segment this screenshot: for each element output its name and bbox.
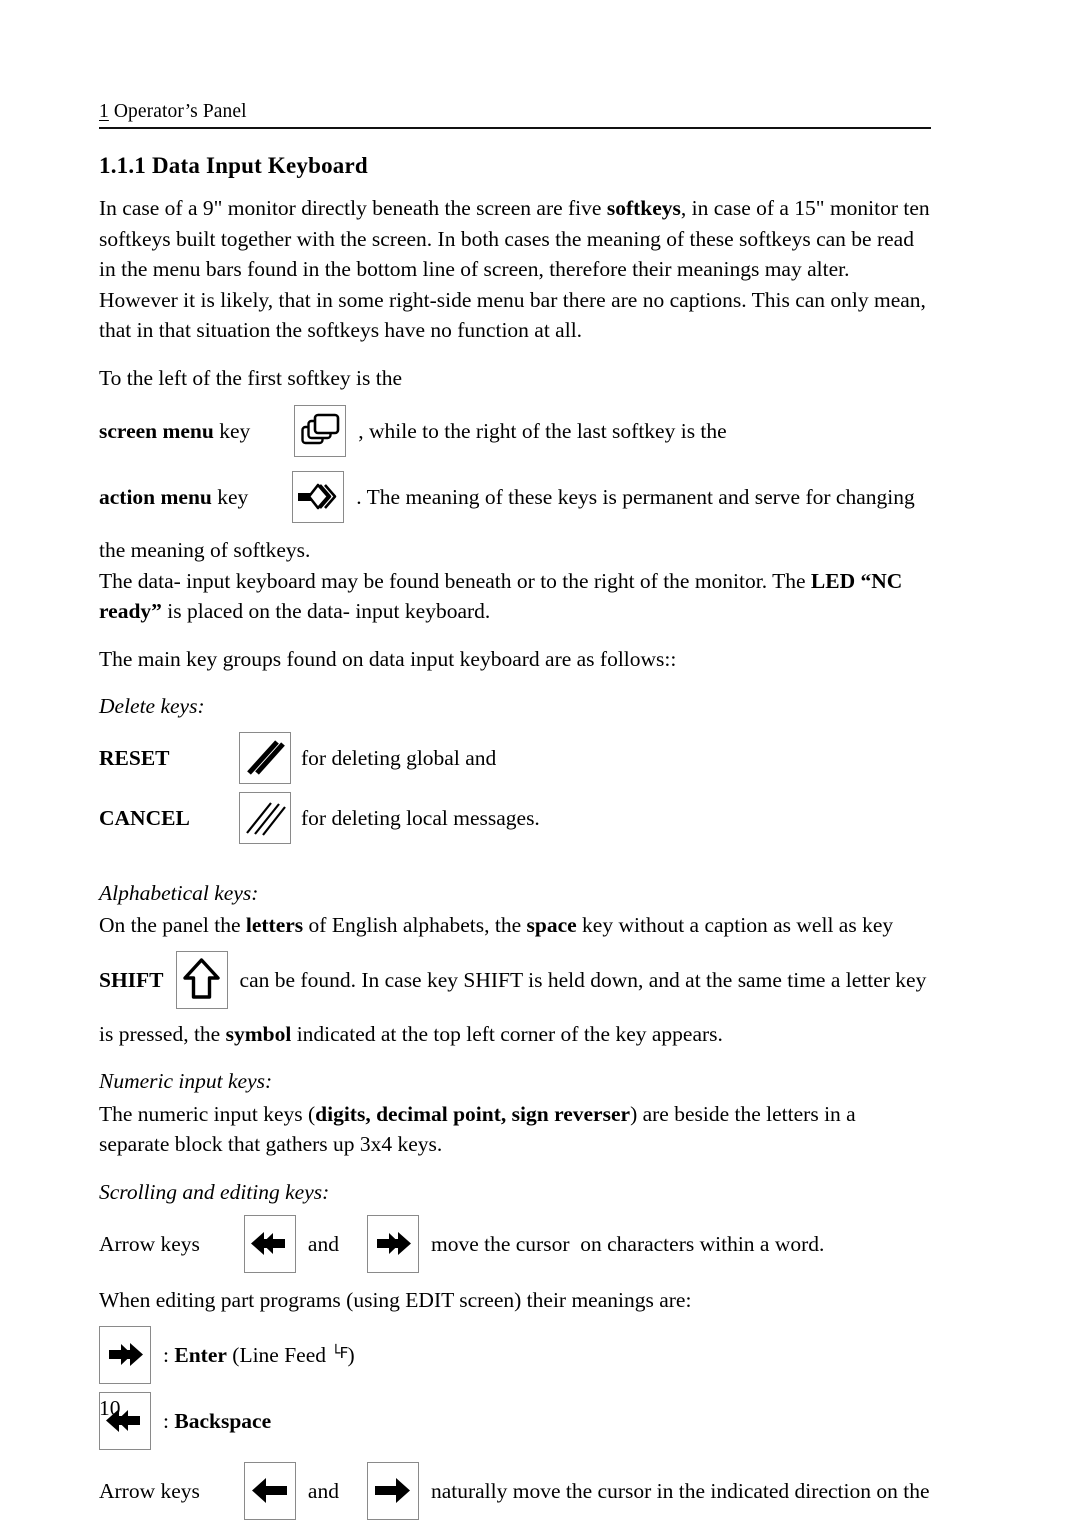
backspace-key-row: : Backspace	[99, 1391, 931, 1450]
cancel-key-row: CANCEL for deleting local messages.	[99, 791, 931, 844]
action-menu-after-text: . The meaning of these keys is permanent…	[356, 485, 915, 510]
running-header: 1 Operator’s Panel	[99, 100, 931, 124]
cancel-key-button[interactable]	[239, 791, 291, 844]
action-menu-key-row: action menu key . The meaning of these k…	[99, 471, 931, 524]
backspace-bold-label: Backspace	[174, 1408, 272, 1433]
double-arrow-left-icon	[250, 1232, 285, 1256]
reset-label: RESET	[99, 745, 170, 770]
arrow-left-key[interactable]	[243, 1461, 296, 1520]
double-right-arrow-key[interactable]	[366, 1215, 419, 1274]
double-arrow-row: Arrow keys and move the cursor on charac…	[99, 1215, 931, 1274]
action-menu-key-button[interactable]	[292, 471, 345, 524]
double-arrow-and-text: and	[307, 1232, 339, 1257]
header-divider	[99, 127, 931, 130]
arrow-into-chevrons-icon	[298, 484, 337, 510]
softkeys-bold: softkeys	[606, 196, 681, 221]
left-right-caption: naturally move the cursor in the indicat…	[430, 1478, 930, 1503]
screen-menu-key-button[interactable]	[294, 405, 347, 458]
delete-keys-heading: Delete keys:	[99, 694, 205, 719]
main-key-groups-line: The main key groups found on data input …	[99, 646, 677, 671]
alphabetical-line-1: On the panel the letters of English alph…	[99, 910, 931, 941]
shift-key-row: SHIFT can be found. In case key SHIFT is…	[99, 950, 931, 1009]
editing-intro-line: When editing part programs (using EDIT s…	[99, 1288, 692, 1313]
action-menu-key-word: key	[211, 485, 249, 510]
arrow-right-key[interactable]	[366, 1461, 419, 1520]
screen-menu-after-text: , while to the right of the last softkey…	[358, 419, 727, 444]
double-arrow-right-icon	[376, 1232, 411, 1256]
screen-menu-label: screen menu	[99, 419, 214, 444]
symbol-post: indicated at the top left corner of the …	[291, 1021, 723, 1046]
numeric-keys-heading: Numeric input keys:	[99, 1069, 273, 1094]
enter-rest-open: (Line Feed	[226, 1342, 332, 1367]
cancel-caption: for deleting local messages.	[301, 805, 540, 830]
shift-label: SHIFT	[99, 967, 164, 992]
header-chapter-title: Operator’s Panel	[113, 101, 247, 122]
reset-key-button[interactable]	[239, 731, 291, 784]
header-chapter-number: 1	[99, 101, 109, 122]
enter-key-row: : Enter (Line Feed └F)	[99, 1325, 931, 1384]
space-bold: space	[526, 913, 577, 938]
hollow-up-arrow-icon	[182, 958, 220, 999]
arrow-left-icon	[251, 1477, 287, 1503]
enter-rest-close: )	[347, 1342, 355, 1367]
alphabetical-keys-heading: Alphabetical keys:	[99, 880, 259, 905]
led-text-post: is placed on the data- input keyboard.	[161, 599, 491, 624]
letters-bold: letters	[245, 913, 304, 938]
reset-caption: for deleting global and	[301, 745, 497, 770]
numeric-pre: The numeric input keys (	[99, 1101, 316, 1126]
double-left-arrow-key[interactable]	[243, 1215, 296, 1274]
screen-menu-key-row: screen menu key , while to the right of …	[99, 405, 931, 458]
enter-colon: :	[163, 1342, 175, 1367]
enter-key-button[interactable]	[99, 1325, 151, 1384]
screen-menu-key-word: key	[213, 419, 251, 444]
led-text-pre: The data- input keyboard may be found be…	[99, 568, 811, 593]
alpha-post: key without a caption as well as key	[576, 913, 894, 938]
intro-text-a: In case of a 9" monitor directly beneath…	[99, 196, 607, 221]
reset-key-row: RESET for deleting global and	[99, 731, 931, 784]
left-of-first-softkey-line: To the left of the first softkey is the	[99, 365, 403, 390]
three-diagonal-slashes-icon	[246, 802, 286, 836]
symbol-bold: symbol	[225, 1021, 292, 1046]
left-right-row-label: Arrow keys	[99, 1478, 200, 1503]
cancel-label: CANCEL	[99, 805, 190, 830]
alphabetical-line-3: is pressed, the symbol indicated at the …	[99, 1019, 931, 1050]
backspace-colon: :	[163, 1408, 175, 1433]
symbol-pre: is pressed, the	[99, 1021, 226, 1046]
double-arrow-caption: move the cursor on characters within a w…	[430, 1232, 825, 1257]
numeric-keys-paragraph: The numeric input keys (digits, decimal …	[99, 1099, 931, 1160]
meaning-of-softkeys-line: the meaning of softkeys.	[99, 538, 311, 563]
left-right-and-text: and	[307, 1478, 339, 1503]
left-right-arrow-row: Arrow keys and naturally move the cursor…	[99, 1461, 931, 1520]
arrow-right-icon	[374, 1477, 410, 1503]
shift-key-button[interactable]	[175, 950, 228, 1009]
line-feed-glyph-icon: └F	[331, 1343, 348, 1362]
alpha-mid: of English alphabets, the	[303, 913, 527, 938]
page-content: 1 Operator’s Panel 1.1.1 Data Input Keyb…	[99, 100, 931, 1528]
led-nc-ready-paragraph: The data- input keyboard may be found be…	[99, 566, 931, 627]
two-diagonal-slashes-icon	[247, 740, 285, 775]
enter-bold-label: Enter	[174, 1342, 227, 1367]
alpha-pre: On the panel the	[99, 913, 246, 938]
cascading-windows-icon	[301, 414, 340, 445]
shift-after-text: can be found. In case key SHIFT is held …	[239, 967, 927, 992]
action-menu-label: action menu	[99, 485, 212, 510]
document-page: 1 Operator’s Panel 1.1.1 Data Input Keyb…	[0, 0, 1080, 1528]
scrolling-keys-heading: Scrolling and editing keys:	[99, 1179, 330, 1204]
double-arrow-right-icon	[109, 1342, 143, 1366]
section-title: 1.1.1 Data Input Keyboard	[99, 153, 368, 179]
page-number: 10	[99, 1396, 121, 1420]
intro-paragraph: In case of a 9" monitor directly beneath…	[99, 193, 931, 346]
double-arrow-row-label: Arrow keys	[99, 1232, 200, 1257]
numeric-bold: digits, decimal point, sign reverser	[315, 1101, 631, 1126]
